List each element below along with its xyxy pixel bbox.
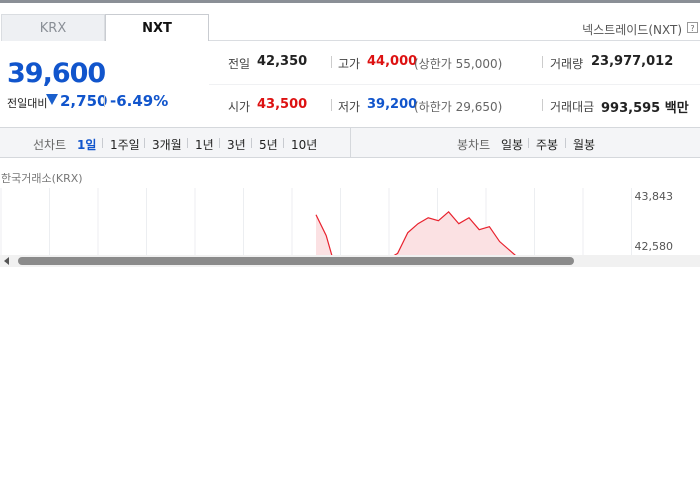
scroll-left-icon[interactable]: [4, 257, 9, 265]
price-area: [316, 211, 516, 255]
low-value: 39,200: [367, 97, 418, 112]
lower-limit: (하한가 29,650): [414, 100, 503, 114]
line-chart-label: 선차트: [33, 138, 67, 152]
candle-chart-label: 봉차트: [457, 138, 491, 152]
divider: [219, 138, 220, 148]
period-5y[interactable]: 5년: [259, 136, 278, 153]
amount-label: 거래대금: [550, 100, 595, 114]
change-amount: 2,750: [60, 92, 108, 110]
tab-divider: [209, 40, 700, 41]
divider: [104, 95, 105, 107]
prev-close-label: 전일: [228, 57, 251, 71]
row-divider: [209, 84, 700, 85]
top-border: [0, 0, 700, 3]
chart-scrollbar[interactable]: [0, 255, 700, 267]
current-price: 39,600: [7, 58, 106, 89]
open-value: 43,500: [257, 97, 308, 112]
upper-limit: (상한가 55,000): [414, 57, 503, 71]
price-chart: [0, 188, 700, 255]
candle-weekly[interactable]: 주봉: [536, 136, 558, 153]
price-chart-svg: [0, 188, 632, 255]
chart-title: 한국거래소(KRX): [1, 172, 83, 185]
amount-value: 993,595 백만: [601, 101, 689, 116]
volume-label: 거래량: [550, 57, 584, 71]
divider: [350, 128, 351, 157]
volume-value: 23,977,012: [591, 54, 674, 69]
period-1d[interactable]: 1일: [77, 136, 96, 153]
divider: [144, 138, 145, 148]
high-label: 고가: [338, 57, 361, 71]
scrollbar-thumb[interactable]: [18, 257, 574, 265]
help-icon[interactable]: ?: [687, 22, 698, 33]
divider: [283, 138, 284, 148]
candle-monthly[interactable]: 월봉: [573, 136, 595, 153]
period-3m[interactable]: 3개월: [152, 136, 182, 153]
period-10y[interactable]: 10년: [291, 136, 317, 153]
divider: [565, 138, 566, 148]
tab-nxt[interactable]: NXT: [105, 14, 209, 41]
period-1y[interactable]: 1년: [195, 136, 214, 153]
low-label: 저가: [338, 100, 361, 114]
prev-close-value: 42,350: [257, 54, 308, 69]
divider: [331, 99, 332, 111]
high-value: 44,000: [367, 54, 418, 69]
divider: [542, 99, 543, 111]
period-1w[interactable]: 1주일: [110, 136, 140, 153]
period-bar: 선차트 1일 1주일 3개월 1년 3년 5년 10년 봉차트 일봉 주봉 월봉: [0, 127, 700, 158]
divider: [331, 56, 332, 68]
divider: [187, 138, 188, 148]
open-label: 시가: [228, 100, 251, 114]
divider: [542, 56, 543, 68]
exchange-title: 넥스트레이드(NXT): [582, 23, 682, 37]
divider: [102, 138, 103, 148]
tab-krx[interactable]: KRX: [1, 14, 105, 41]
change-label: 전일대비: [7, 97, 48, 110]
change-rate: -6.49%: [110, 92, 169, 110]
candle-daily[interactable]: 일봉: [501, 136, 523, 153]
down-arrow-icon: [46, 94, 58, 105]
period-3y[interactable]: 3년: [227, 136, 246, 153]
divider: [528, 138, 529, 148]
divider: [251, 138, 252, 148]
